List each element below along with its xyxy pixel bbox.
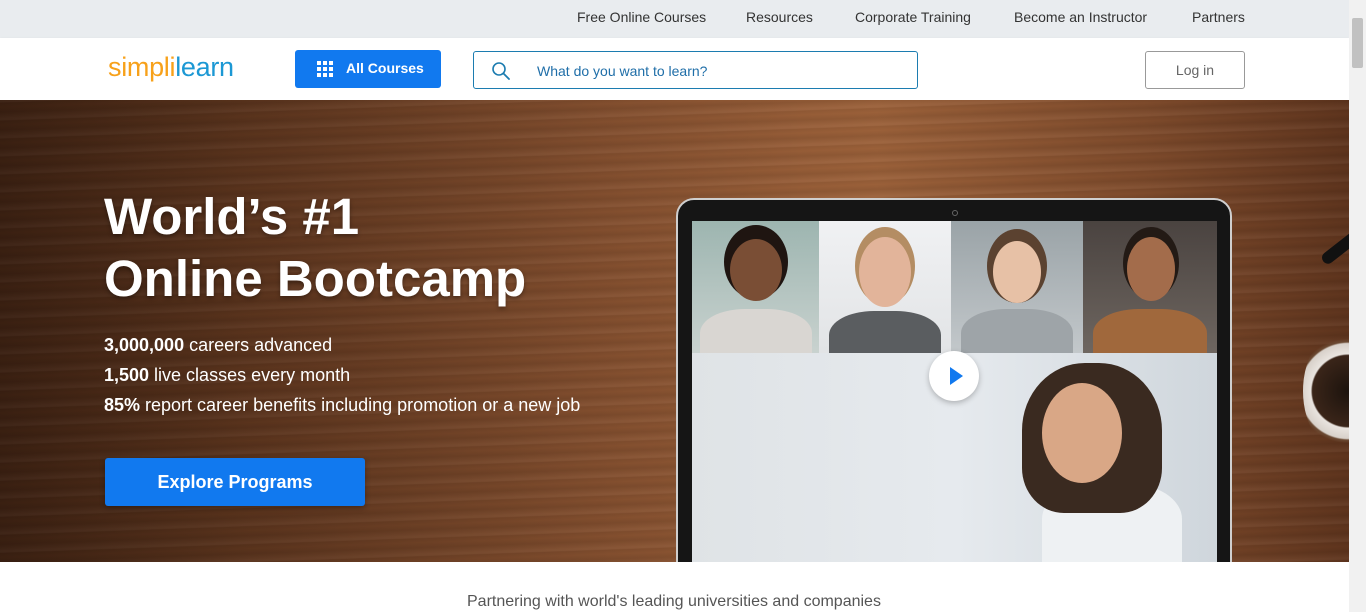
stat-career-benefits: 85% report career benefits including pro…	[104, 390, 580, 420]
video-tile-person-3	[951, 221, 1083, 353]
play-video-button[interactable]	[929, 351, 979, 401]
login-button[interactable]: Log in	[1145, 51, 1245, 89]
main-header: simplilearn All Courses Log in	[0, 38, 1349, 100]
stat-value: 1,500	[104, 365, 150, 385]
stat-value: 3,000,000	[104, 335, 185, 355]
search-icon[interactable]	[491, 61, 511, 81]
video-tile-person-2	[819, 221, 951, 353]
webcam-dot	[952, 210, 958, 216]
logo-text-part2: learn	[175, 52, 234, 82]
hero-stats: 3,000,000 careers advanced 1,500 live cl…	[104, 330, 580, 420]
all-courses-button[interactable]: All Courses	[295, 50, 441, 88]
video-tile-person-1	[692, 221, 819, 353]
stat-text: careers advanced	[184, 335, 333, 355]
simplilearn-logo[interactable]: simplilearn	[108, 52, 234, 92]
stat-careers: 3,000,000 careers advanced	[104, 330, 580, 360]
topbar-link-resources[interactable]: Resources	[746, 9, 813, 25]
coffee-cup-decoration	[1303, 326, 1349, 456]
search-bar	[473, 51, 918, 89]
hero-title-line2: Online Bootcamp	[104, 250, 527, 307]
video-tile-person-4	[1083, 221, 1217, 353]
all-courses-label: All Courses	[346, 60, 424, 76]
logo-text-part1: simpl	[108, 52, 170, 82]
top-utility-bar: Free Online Courses Resources Corporate …	[0, 0, 1349, 38]
grid-icon	[317, 61, 333, 77]
stat-text: report career benefits including promoti…	[140, 395, 581, 415]
topbar-link-free-online-courses[interactable]: Free Online Courses	[577, 9, 706, 25]
stat-live-classes: 1,500 live classes every month	[104, 360, 580, 390]
search-input[interactable]	[537, 60, 897, 82]
hero-banner: World’s #1 Online Bootcamp 3,000,000 car…	[0, 100, 1349, 562]
laptop-video-preview	[676, 198, 1232, 562]
pen-decoration	[1319, 225, 1349, 267]
partners-heading: Partnering with world's leading universi…	[467, 593, 881, 610]
hero-title: World’s #1 Online Bootcamp	[104, 186, 526, 310]
topbar-link-become-an-instructor[interactable]: Become an Instructor	[1014, 9, 1147, 25]
topbar-link-partners[interactable]: Partners	[1192, 9, 1245, 25]
video-screen[interactable]	[692, 221, 1217, 562]
scrollbar-thumb[interactable]	[1352, 18, 1363, 68]
page-scrollbar[interactable]	[1349, 0, 1366, 612]
presenter-figure	[1022, 363, 1182, 562]
explore-programs-button[interactable]: Explore Programs	[105, 458, 365, 506]
stat-value: 85%	[104, 395, 141, 415]
stat-text: live classes every month	[149, 365, 351, 385]
topbar-link-corporate-training[interactable]: Corporate Training	[855, 9, 971, 25]
hero-title-line1: World’s #1	[104, 188, 360, 245]
